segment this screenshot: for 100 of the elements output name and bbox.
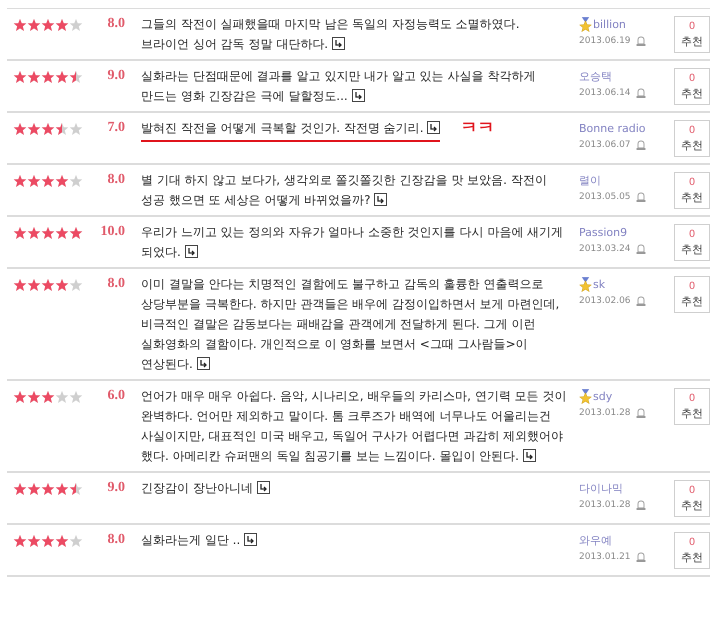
review-text: 발혀진 작전을 어떻게 극복할 것인가. 작전명 숨기리. [141,118,440,142]
recommend-button[interactable]: 0 추천 [674,120,710,157]
reply-icon[interactable] [256,481,270,494]
reply-icon[interactable] [352,89,365,102]
review-date: 2013.05.05 [579,192,631,202]
star-icon [13,390,27,404]
star-icon [27,534,41,548]
reply-icon[interactable] [196,357,210,370]
username-link[interactable]: sdy [593,390,612,402]
star-icon [55,122,69,136]
star-icon [27,226,41,240]
recommend-button[interactable]: 0 추천 [674,532,710,569]
review-text: 긴장감이 장난아니네 [141,478,270,498]
star-icon [27,70,41,84]
star-icon [69,482,83,496]
bell-icon[interactable] [636,296,646,306]
score: 8.0 [106,172,125,188]
bell-icon[interactable] [636,552,646,562]
score: 10.0 [100,224,125,240]
star-icon [27,390,41,404]
review-date: 2013.03.24 [579,244,631,254]
review-date: 2013.06.19 [579,36,631,46]
username-link[interactable]: 와우예 [579,532,612,548]
score: 8.0 [106,16,125,32]
recommend-button[interactable]: 0 추천 [674,172,710,209]
score: 8.0 [106,532,125,548]
star-icon [27,174,41,188]
score: 6.0 [106,388,125,404]
star-icon [41,390,55,404]
username-link[interactable]: sk [593,278,606,290]
review-text: 실화라는 단점때문에 결과를 알고 있지만 내가 알고 있는 사실을 착각하게 만드는 영화 긴장감은 극에 달할정도... [141,68,536,105]
star-icon [55,278,69,292]
star-icon [13,278,27,292]
star-icon [69,278,83,292]
bell-icon[interactable] [636,244,646,254]
review-date: 2013.01.28 [579,500,631,510]
star-icon [13,70,27,84]
handwritten-note: ㅋㅋ [460,117,494,139]
star-icon [55,534,69,548]
username-link[interactable]: Bonne radio [579,122,646,134]
star-icon [13,482,27,496]
review-date: 2013.01.28 [579,408,631,418]
star-icon [41,174,55,188]
bell-icon[interactable] [636,500,646,510]
username-link[interactable]: 다이나믹 [579,480,623,496]
bell-icon[interactable] [636,140,646,150]
reply-icon[interactable] [184,245,198,258]
reply-icon[interactable] [522,449,536,462]
star-icon [41,18,55,32]
username-link[interactable]: 오승택 [579,68,612,84]
recommend-button[interactable]: 0 추천 [674,16,710,53]
username-link[interactable]: 렬이 [579,172,601,188]
review-date: 2013.01.21 [579,552,631,562]
star-icon [13,226,27,240]
recommend-button[interactable]: 0 추천 [674,480,710,517]
star-icon [55,174,69,188]
star-icon [69,70,83,84]
star-icon [27,122,41,136]
star-icon [69,174,83,188]
reply-icon[interactable] [244,533,258,546]
recommend-button[interactable]: 0 추천 [674,68,710,105]
review-text: 이미 결말을 안다는 치명적인 결함에도 불구하고 감독의 훌륭한 연출력으로 상당부분을 극복한다. 하지만 관객들은 배우에 감정이입하면서 보게 마련인데, 비극적인 결말은 감동보다는 패배감을 관객에게 전달하게 된다. 그게 이런 실화영화의 결함이다. 개인적으로 이 영화를 보면서 <그때 그사람들>이 연상된다. [141,276,560,373]
star-icon [41,226,55,240]
review-text: 별 기대 하지 않고 보다가, 생각외로 쫄깃쫄깃한 긴장감을 맛 보았음. 작전이 성공 했으면 또 세상은 어떻게 바뀌었을까? [141,172,548,209]
review-date: 2013.06.14 [579,88,631,98]
recommend-button[interactable]: 0 추천 [674,388,710,425]
star-icon [69,534,83,548]
star-icon [27,18,41,32]
recommend-button[interactable]: 0 추천 [674,224,710,261]
review-text: 우리가 느끼고 있는 정의와 자유가 얼마나 소중한 것인지를 다시 마음에 새기게 되었다. [141,224,564,261]
star-icon [55,70,69,84]
username-link[interactable]: billion [593,18,626,30]
star-icon [55,482,69,496]
reply-icon[interactable] [427,121,440,134]
star-icon [13,122,27,136]
bell-icon[interactable] [636,192,646,202]
star-icon [41,70,55,84]
review-date: 2013.02.06 [579,296,631,306]
bell-icon[interactable] [636,36,646,46]
star-icon [55,18,69,32]
reply-icon[interactable] [374,193,388,206]
bell-icon[interactable] [636,408,646,418]
score: 9.0 [106,68,125,84]
star-icon [41,122,55,136]
recommend-button[interactable]: 0 추천 [674,276,710,313]
star-icon [55,390,69,404]
review-text: 그들의 작전이 실패했을때 마지막 남은 독일의 자정능력도 소멸하였다. 브라이언 싱어 감독 정말 대단하다. [141,16,521,53]
star-icon [13,534,27,548]
score: 7.0 [106,120,125,136]
star-icon [41,534,55,548]
star-icon [69,390,83,404]
review-text: 실화라는게 일단 .. [141,530,258,550]
username-link[interactable]: Passion9 [579,226,628,238]
star-icon [69,18,83,32]
bell-icon[interactable] [636,88,646,98]
star-icon [69,122,83,136]
review-text: 언어가 매우 매우 아쉽다. 음악, 시나리오, 배우들의 카리스마, 연기력 모든 것이 완벽하다. 언어만 제외하고 말이다. 톰 크루즈가 배역에 너무나도 어울리는건 사실이지만, 대표적인 미국 배우고, 독일어 구사가 어렵다면 과감히 제외했어야 했다. 아메리칸 슈퍼맨의 독일 침공기를 보는 느낌이다. 몰입이 안된다. [141,388,568,465]
reply-icon[interactable] [332,37,345,50]
score: 8.0 [106,276,125,292]
star-icon [13,18,27,32]
